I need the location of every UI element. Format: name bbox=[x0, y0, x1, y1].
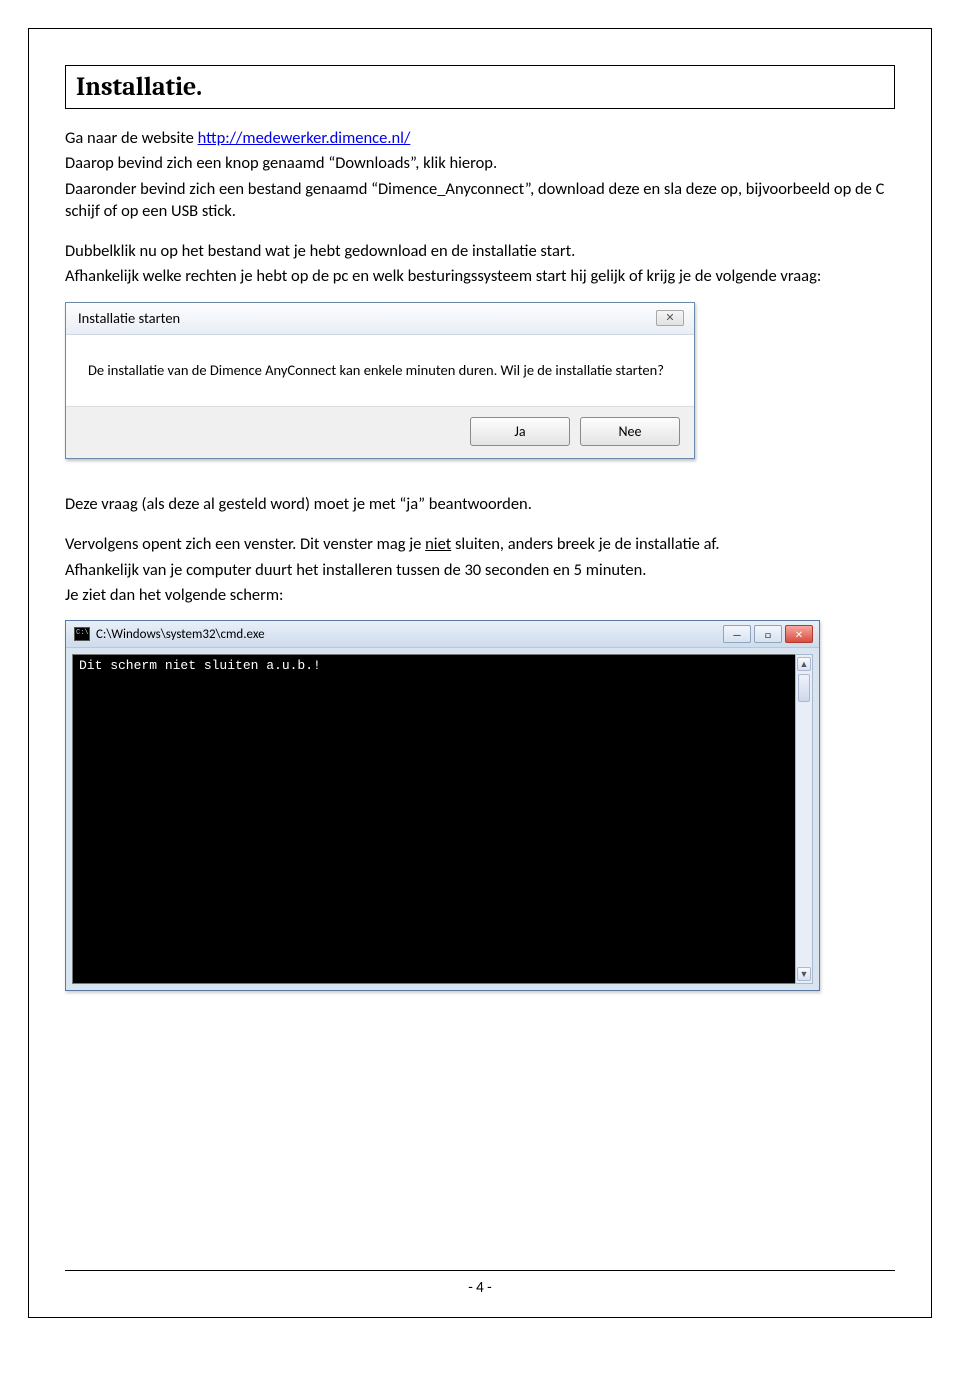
close-icon: ✕ bbox=[795, 628, 803, 641]
dialog-ja-button[interactable]: Ja bbox=[470, 417, 570, 446]
minimize-button[interactable]: — bbox=[723, 625, 751, 643]
install-dialog: Installatie starten ✕ De installatie van… bbox=[65, 302, 695, 460]
scroll-up-button[interactable]: ▲ bbox=[797, 657, 811, 671]
cmd-icon bbox=[74, 627, 90, 641]
cmd-scrollbar[interactable]: ▲ ▼ bbox=[795, 654, 813, 984]
close-button[interactable]: ✕ bbox=[785, 625, 813, 643]
scroll-thumb[interactable] bbox=[798, 674, 810, 702]
minimize-icon: — bbox=[732, 628, 741, 641]
website-link[interactable]: http://medewerker.dimence.nl/ bbox=[198, 128, 411, 148]
footer-rule bbox=[65, 1270, 895, 1271]
maximize-button[interactable]: □ bbox=[754, 625, 782, 643]
dialog-body: De installatie van de Dimence AnyConnect… bbox=[66, 335, 694, 407]
paragraph-4: Dubbelklik nu op het bestand wat je hebt… bbox=[65, 240, 895, 262]
paragraph-7: Vervolgens opent zich een venster. Dit v… bbox=[65, 533, 895, 555]
paragraph-5: Afhankelijk welke rechten je hebt op de … bbox=[65, 265, 895, 287]
page-number: - 4 - bbox=[29, 1279, 931, 1297]
dialog-title: Installatie starten bbox=[78, 309, 180, 327]
document-page: Installatie. Ga naar de website http://m… bbox=[28, 28, 932, 1318]
dialog-titlebar: Installatie starten ✕ bbox=[66, 303, 694, 335]
cmd-title-path: C:\Windows\system32\cmd.exe bbox=[96, 627, 265, 642]
chevron-down-icon: ▼ bbox=[800, 969, 809, 980]
cmd-titlebar: C:\Windows\system32\cmd.exe — □ ✕ bbox=[66, 621, 819, 648]
scroll-down-button[interactable]: ▼ bbox=[797, 967, 811, 981]
cmd-terminal: Dit scherm niet sluiten a.u.b.! bbox=[72, 654, 795, 984]
paragraph-1: Ga naar de website http://medewerker.dim… bbox=[65, 127, 895, 149]
chevron-up-icon: ▲ bbox=[800, 659, 809, 670]
cmd-window: C:\Windows\system32\cmd.exe — □ ✕ Dit sc… bbox=[65, 620, 820, 991]
paragraph-1-text: Ga naar de website bbox=[65, 128, 198, 148]
page-heading: Installatie. bbox=[76, 72, 884, 102]
dialog-footer: Ja Nee bbox=[66, 406, 694, 458]
paragraph-3: Daaronder bevind zich een bestand genaam… bbox=[65, 178, 895, 223]
paragraph-7b: sluiten, anders breek je de installatie … bbox=[451, 534, 719, 554]
cmd-body-wrap: Dit scherm niet sluiten a.u.b.! ▲ ▼ bbox=[72, 654, 813, 984]
maximize-icon: □ bbox=[765, 628, 771, 641]
heading-box: Installatie. bbox=[65, 65, 895, 109]
dialog-close-button[interactable]: ✕ bbox=[656, 310, 684, 326]
paragraph-6: Deze vraag (als deze al gesteld word) mo… bbox=[65, 493, 895, 515]
window-controls: — □ ✕ bbox=[723, 625, 813, 643]
paragraph-7a: Vervolgens opent zich een venster. Dit v… bbox=[65, 534, 425, 554]
dialog-nee-button[interactable]: Nee bbox=[580, 417, 680, 446]
paragraph-9: Je ziet dan het volgende scherm: bbox=[65, 584, 895, 606]
paragraph-8: Afhankelijk van je computer duurt het in… bbox=[65, 559, 895, 581]
paragraph-7-niet: niet bbox=[425, 534, 451, 554]
close-icon: ✕ bbox=[665, 311, 674, 324]
paragraph-2: Daarop bevind zich een knop genaamd “Dow… bbox=[65, 152, 895, 174]
